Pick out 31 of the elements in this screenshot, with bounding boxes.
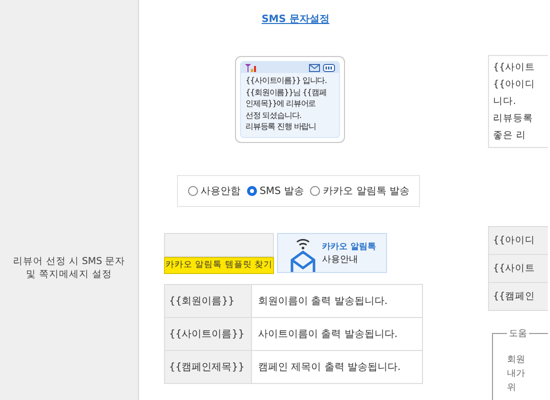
template-input-field[interactable] [164,232,274,256]
envelope-icon [308,64,320,72]
message-line: {{사이트 [493,61,536,75]
variable-code-cell: {{회원이름}} [165,284,252,316]
message-line: 니다. [493,95,518,109]
variable-code-cell: {{캠페인제목}} [165,350,252,382]
row-label: 리뷰어 선정 시 SMS 문자 및 쪽지메세지 설정 [12,255,126,281]
message-line: {{아이디 [493,78,536,92]
message-line: 리뷰등록 [493,112,534,126]
variable-description-cell-text: 회원이름이 출력 발송됩니다. [257,294,389,308]
send-option-radio[interactable]: 카카오 알림톡 발송 [310,184,410,198]
guide-subtitle: 사용안내 [322,254,359,266]
variable-code-cell: {{캠페인 [489,283,548,310]
variable-code-cell: {{사이트 [489,255,548,283]
sms-settings-link[interactable]: SMS 문자설정 [262,12,330,26]
variable-description-cell-text: 캠페인 제목이 출력 발송됩니다. [257,360,402,374]
help-text: 내가 [507,368,526,381]
variable-code-cell: {{아이디 [489,227,548,255]
send-option-radio[interactable]: 사용안함 [188,184,241,198]
variable-description-cell-text: 사이트이름이 출력 발송됩니다. [257,328,399,342]
variable-code-cell: {{사이트이름}} [165,318,252,350]
signal-icon [244,64,258,72]
sms-message-field[interactable]: {{사이트이름}} 입니다. {{회원이름}}님 {{캠페 인제목}}에 리뷰어로 선정 되셨습니다. 리뷰등록 진행 바랍니 [240,73,340,138]
help-text: 회원 [507,354,526,367]
send-option-radio[interactable]: SMS 발송 [246,184,304,198]
guide-title: 카카오 알림톡 [322,241,376,253]
battery-icon [322,64,334,72]
message-line: 좋은 리 [493,129,528,143]
help-text: 위 [507,382,517,395]
template-search-button[interactable]: 카카오 알림톡 템플릿 찾기 [164,256,274,274]
kakao-guide-banner[interactable]: 카카오 알림톡 사용안내 [277,232,387,272]
